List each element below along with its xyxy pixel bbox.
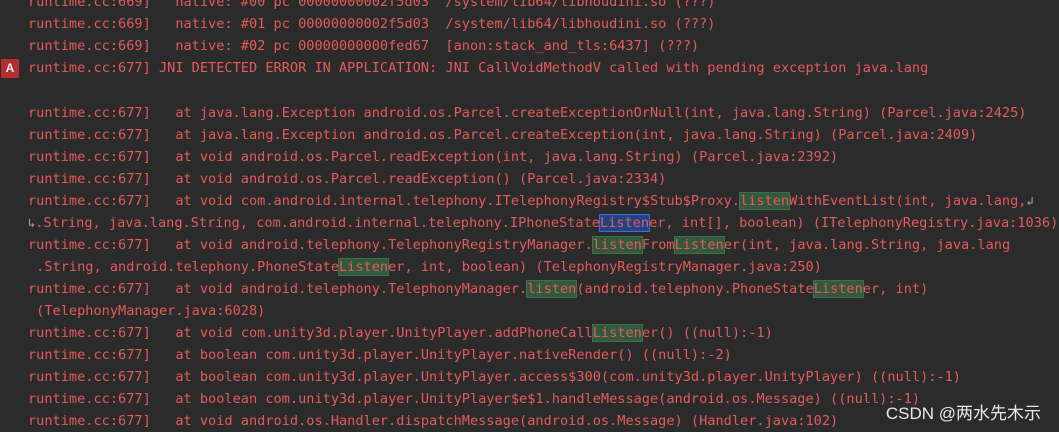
log-text: runtime.cc:677] at void com.android.inte… <box>28 193 741 209</box>
log-text: WithEventList(int, java.lang, <box>789 193 1027 209</box>
log-text: er, int, boolean) (TelephonyRegistryMana… <box>388 259 822 275</box>
log-line: runtime.cc:677] at void android.telephon… <box>28 235 1010 255</box>
log-line: runtime.cc:677] at boolean com.unity3d.p… <box>28 367 961 387</box>
log-line: runtime.cc:677] at void com.android.inte… <box>28 191 1034 211</box>
log-line: ↳.String, java.lang.String, com.android.… <box>28 213 1058 233</box>
log-text: er(int, java.lang.String, java.lang <box>723 237 1011 253</box>
log-line: runtime.cc:677] at java.lang.Exception a… <box>28 125 977 145</box>
log-text: runtime.cc:677] at boolean com.unity3d.p… <box>28 347 732 363</box>
log-line: runtime.cc:677] at void android.os.Parce… <box>28 147 838 167</box>
log-line: runtime.cc:677] at boolean com.unity3d.p… <box>28 389 920 409</box>
log-text: runtime.cc:677] at void com.unity3d.play… <box>28 325 593 341</box>
log-line: runtime.cc:669] native: #02 pc 000000000… <box>28 36 699 56</box>
assert-level-badge: A <box>1 59 19 78</box>
log-text: runtime.cc:677] at void android.telephon… <box>28 237 593 253</box>
log-text: runtime.cc:677] JNI DETECTED ERROR IN AP… <box>28 60 929 76</box>
log-text: runtime.cc:677] at boolean com.unity3d.p… <box>28 369 961 385</box>
log-text: .String, android.telephony.PhoneState <box>28 259 339 275</box>
search-match-highlight: listen <box>739 192 791 210</box>
log-text: er, int[], boolean) (ITelephonyRegistry.… <box>649 215 1059 231</box>
search-match-highlight: Listen <box>337 258 390 276</box>
log-text: .String, java.lang.String, com.android.i… <box>35 215 600 231</box>
log-line: runtime.cc:677] at void android.os.Handl… <box>28 411 838 431</box>
log-text: runtime.cc:677] at java.lang.Exception a… <box>28 127 978 143</box>
log-line: .String, android.telephony.PhoneStateLis… <box>28 257 822 277</box>
log-line: (TelephonyManager.java:6028) <box>28 301 265 321</box>
log-gutter: A <box>0 0 22 432</box>
log-text: runtime.cc:677] at void android.telephon… <box>28 281 528 297</box>
soft-wrap-icon: ↲ <box>1026 194 1034 208</box>
log-text: runtime.cc:669] native: #01 pc 000000000… <box>28 16 716 32</box>
log-line: runtime.cc:669] native: #01 pc 000000000… <box>28 14 715 34</box>
log-text: runtime.cc:677] at void android.os.Handl… <box>28 413 839 429</box>
search-match-highlight: Listen <box>812 280 864 298</box>
log-text: runtime.cc:677] at boolean com.unity3d.p… <box>28 391 921 407</box>
search-match-highlight: Listen <box>591 324 643 342</box>
log-line: runtime.cc:677] at java.lang.Exception a… <box>28 103 1026 123</box>
log-text: er() ((null):-1) <box>641 325 773 341</box>
log-line: runtime.cc:677] at void android.telephon… <box>28 279 928 299</box>
log-text: runtime.cc:677] at java.lang.Exception a… <box>28 105 1027 121</box>
log-line: runtime.cc:677] JNI DETECTED ERROR IN AP… <box>28 58 928 78</box>
log-text: (android.telephony.PhoneState <box>576 281 814 297</box>
search-match-highlight: listen <box>526 280 578 298</box>
watermark: CSDN @两水先木示 <box>885 404 1041 423</box>
log-line: runtime.cc:669] native: #00 pc 000000000… <box>28 0 715 12</box>
log-text: runtime.cc:677] at void android.os.Parce… <box>28 171 667 187</box>
log-text: From <box>641 237 675 253</box>
search-match-highlight: Listen <box>673 236 725 254</box>
log-text: runtime.cc:677] at void android.os.Parce… <box>28 149 839 165</box>
log-line: runtime.cc:677] at void com.unity3d.play… <box>28 323 773 343</box>
log-text: (TelephonyManager.java:6028) <box>28 303 266 319</box>
log-line: runtime.cc:677] at void android.os.Parce… <box>28 169 666 189</box>
log-text: er, int) <box>862 281 929 297</box>
log-text: runtime.cc:669] native: #00 pc 000000000… <box>28 0 716 10</box>
logcat-console: A runtime.cc:669] native: #00 pc 0000000… <box>0 0 1059 432</box>
search-match-highlight: listen <box>591 236 643 254</box>
log-line: runtime.cc:677] at boolean com.unity3d.p… <box>28 345 732 365</box>
log-text: runtime.cc:669] native: #02 pc 000000000… <box>28 38 700 54</box>
selected-search-match: Listen <box>598 214 651 232</box>
